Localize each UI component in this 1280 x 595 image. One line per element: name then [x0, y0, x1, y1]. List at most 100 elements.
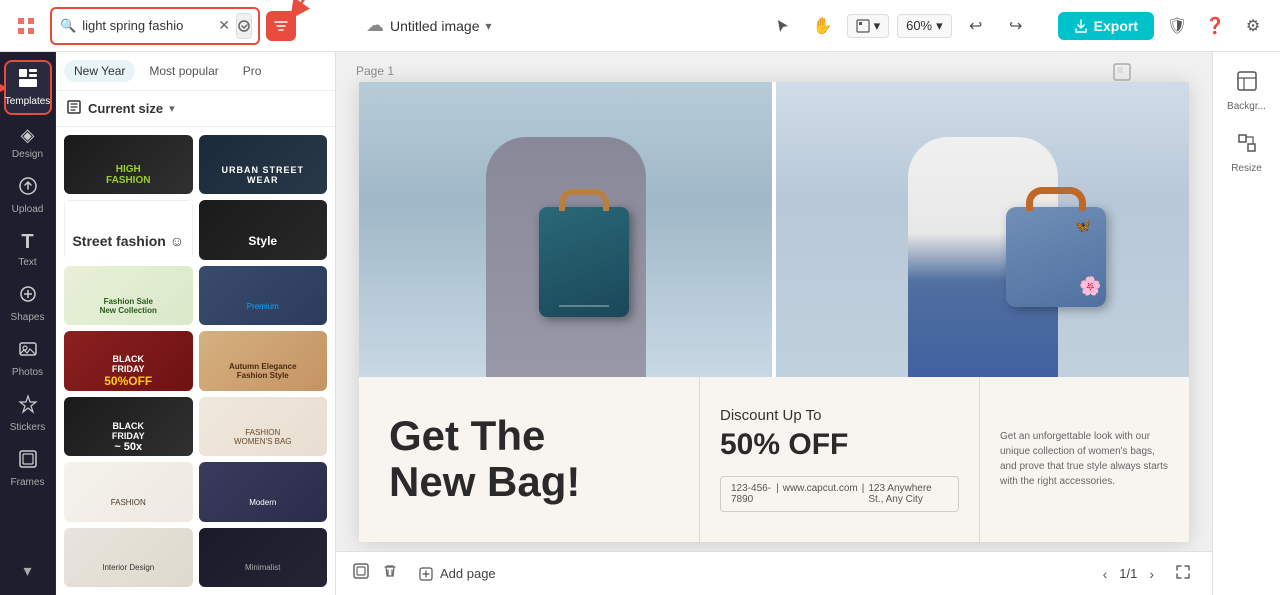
next-page-button[interactable]: › — [1145, 562, 1158, 586]
frames-icon — [18, 449, 38, 474]
stickers-label: Stickers — [10, 422, 46, 433]
select-tool-button[interactable] — [767, 10, 799, 42]
document-title[interactable]: Untitled image — [390, 18, 480, 34]
template-thumb: Modern — [199, 462, 328, 521]
tab-new-year[interactable]: New Year — [64, 60, 135, 82]
template-item[interactable]: FASHION — [64, 462, 193, 521]
template-thumb: Interior Design — [64, 528, 193, 587]
sidebar-item-upload[interactable]: Upload — [4, 170, 52, 221]
canvas-contact-bar: 123-456-7890 | www.capcut.com | 123 Anyw… — [720, 476, 959, 512]
photos-label: Photos — [12, 367, 43, 378]
frame-icon[interactable] — [352, 562, 370, 585]
canvas-address: 123 Anywhere St., Any City — [868, 483, 948, 505]
frames-label: Frames — [11, 477, 45, 488]
ai-search-button[interactable] — [236, 13, 252, 39]
search-input[interactable] — [82, 18, 212, 33]
add-page-button[interactable]: Add page — [410, 562, 504, 586]
design-icon: ◈ — [21, 125, 35, 146]
template-item[interactable]: HIGHFASHION Fashion — [64, 135, 193, 194]
template-item[interactable]: Minimalist — [199, 528, 328, 587]
canvas-image-left — [359, 82, 772, 377]
toolbar-center: ✋ ▾ 60% ▾ ↩ ↪ — [767, 10, 1032, 42]
resize-panel-item[interactable]: Resize — [1219, 124, 1275, 182]
shapes-label: Shapes — [11, 312, 45, 323]
prev-page-button[interactable]: ‹ — [1099, 562, 1112, 586]
background-icon — [1236, 70, 1258, 97]
template-item[interactable]: Modern — [199, 462, 328, 521]
template-item[interactable]: FASHIONWOMEN'S BAG — [199, 397, 328, 456]
canvas-frame[interactable]: 🌸 🦋 Get The New Bag! — [359, 82, 1189, 542]
canvas-description: Get an unforgettable look with our uniqu… — [1000, 429, 1169, 489]
logo-icon[interactable] — [12, 12, 40, 40]
canvas-image-right: 🌸 🦋 — [776, 82, 1189, 377]
canvas-images: 🌸 🦋 — [359, 82, 1189, 377]
hand-tool-button[interactable]: ✋ — [807, 10, 839, 42]
template-item[interactable]: Autumn EleganceFashion Style — [199, 331, 328, 390]
shield-icon[interactable]: 🛡 — [1162, 11, 1192, 41]
background-panel-item[interactable]: Backgr... — [1219, 62, 1275, 120]
zoom-value: 60% — [906, 18, 932, 33]
page-navigation: ‹ 1/1 › — [1099, 562, 1158, 586]
template-thumb: HIGHFASHION Fashion — [64, 135, 193, 194]
template-item[interactable]: Fashion SaleNew Collection — [64, 266, 193, 325]
sidebar-item-photos[interactable]: Photos — [4, 333, 52, 384]
page-thumbnail-icon[interactable] — [1112, 62, 1132, 87]
sidebar-more-button[interactable]: ▾ — [4, 555, 52, 587]
page-number: 1/1 — [1119, 566, 1137, 581]
canvas-headline: Get The New Bag! — [389, 413, 580, 505]
sidebar-item-text[interactable]: T Text — [4, 225, 52, 274]
sidebar-item-stickers[interactable]: Stickers — [4, 388, 52, 439]
templates-icon — [18, 68, 38, 93]
template-thumb: Fashion SaleNew Collection — [64, 266, 193, 325]
search-icon: 🔍 — [60, 18, 76, 34]
document-title-area: ☁ Untitled image ▾ — [366, 15, 492, 36]
sidebar-item-templates[interactable]: Templates — [4, 60, 52, 115]
canvas-description-area: Get an unforgettable look with our uniqu… — [979, 377, 1189, 542]
settings-icon[interactable]: ⚙ — [1238, 11, 1268, 41]
canvas-headline-area: Get The New Bag! — [359, 377, 699, 542]
right-panel: Backgr... Resize — [1212, 52, 1280, 595]
upload-label: Upload — [12, 204, 44, 215]
undo-button[interactable]: ↩ — [960, 10, 992, 42]
template-thumb: Style — [199, 200, 328, 259]
template-item[interactable]: Style — [199, 200, 328, 259]
size-filter[interactable]: Current size ▾ — [56, 91, 335, 127]
canvas-discount-label: Discount Up To — [720, 407, 821, 424]
template-item[interactable]: Street fashion ☺ — [64, 200, 193, 259]
template-item[interactable]: BLACKFRIDAY50%OFF — [64, 331, 193, 390]
sidebar-item-design[interactable]: ◈ Design — [4, 119, 52, 166]
clear-search-button[interactable]: ✕ — [218, 17, 230, 34]
trash-icon[interactable] — [382, 563, 398, 584]
fit-to-screen-button[interactable] — [1170, 559, 1196, 588]
page-label: Page 1 — [356, 64, 394, 78]
tab-pro[interactable]: Pro — [233, 60, 272, 82]
export-button[interactable]: Export — [1058, 12, 1154, 40]
zoom-selector[interactable]: 60% ▾ — [897, 14, 952, 38]
help-icon[interactable]: ❓ — [1200, 11, 1230, 41]
cloud-icon: ☁ — [366, 15, 384, 36]
canvas-phone: 123-456-7890 — [731, 483, 772, 505]
template-item[interactable]: Interior Design — [64, 528, 193, 587]
sidebar-item-shapes[interactable]: Shapes — [4, 278, 52, 329]
sidebar-icons: Templates ◈ Design Upload T Text Shapes — [0, 52, 56, 595]
size-filter-label: Current size — [88, 101, 163, 116]
canvas-area: Page 1 — [336, 52, 1212, 595]
resize-icon — [1236, 132, 1258, 159]
template-thumb: Autumn EleganceFashion Style — [199, 331, 328, 390]
template-item[interactable]: BLACKFRIDAY~ 50x — [64, 397, 193, 456]
chevron-down-icon: ▾ — [874, 18, 881, 34]
text-icon: T — [21, 231, 33, 254]
search-box: 🔍 ✕ — [50, 7, 260, 45]
sidebar-item-frames[interactable]: Frames — [4, 443, 52, 494]
template-item[interactable]: URBAN STREETWEAR — [199, 135, 328, 194]
layout-selector[interactable]: ▾ — [847, 14, 890, 38]
redo-button[interactable]: ↪ — [1000, 10, 1032, 42]
template-thumb: Premium — [199, 266, 328, 325]
template-thumb: FASHIONWOMEN'S BAG — [199, 397, 328, 456]
size-filter-icon — [66, 99, 82, 118]
template-thumb: BLACKFRIDAY50%OFF — [64, 331, 193, 390]
title-chevron-icon[interactable]: ▾ — [486, 19, 492, 33]
canvas-bottom-bar: Add page ‹ 1/1 › — [336, 551, 1212, 595]
tab-most-popular[interactable]: Most popular — [139, 60, 228, 82]
template-item[interactable]: Premium — [199, 266, 328, 325]
